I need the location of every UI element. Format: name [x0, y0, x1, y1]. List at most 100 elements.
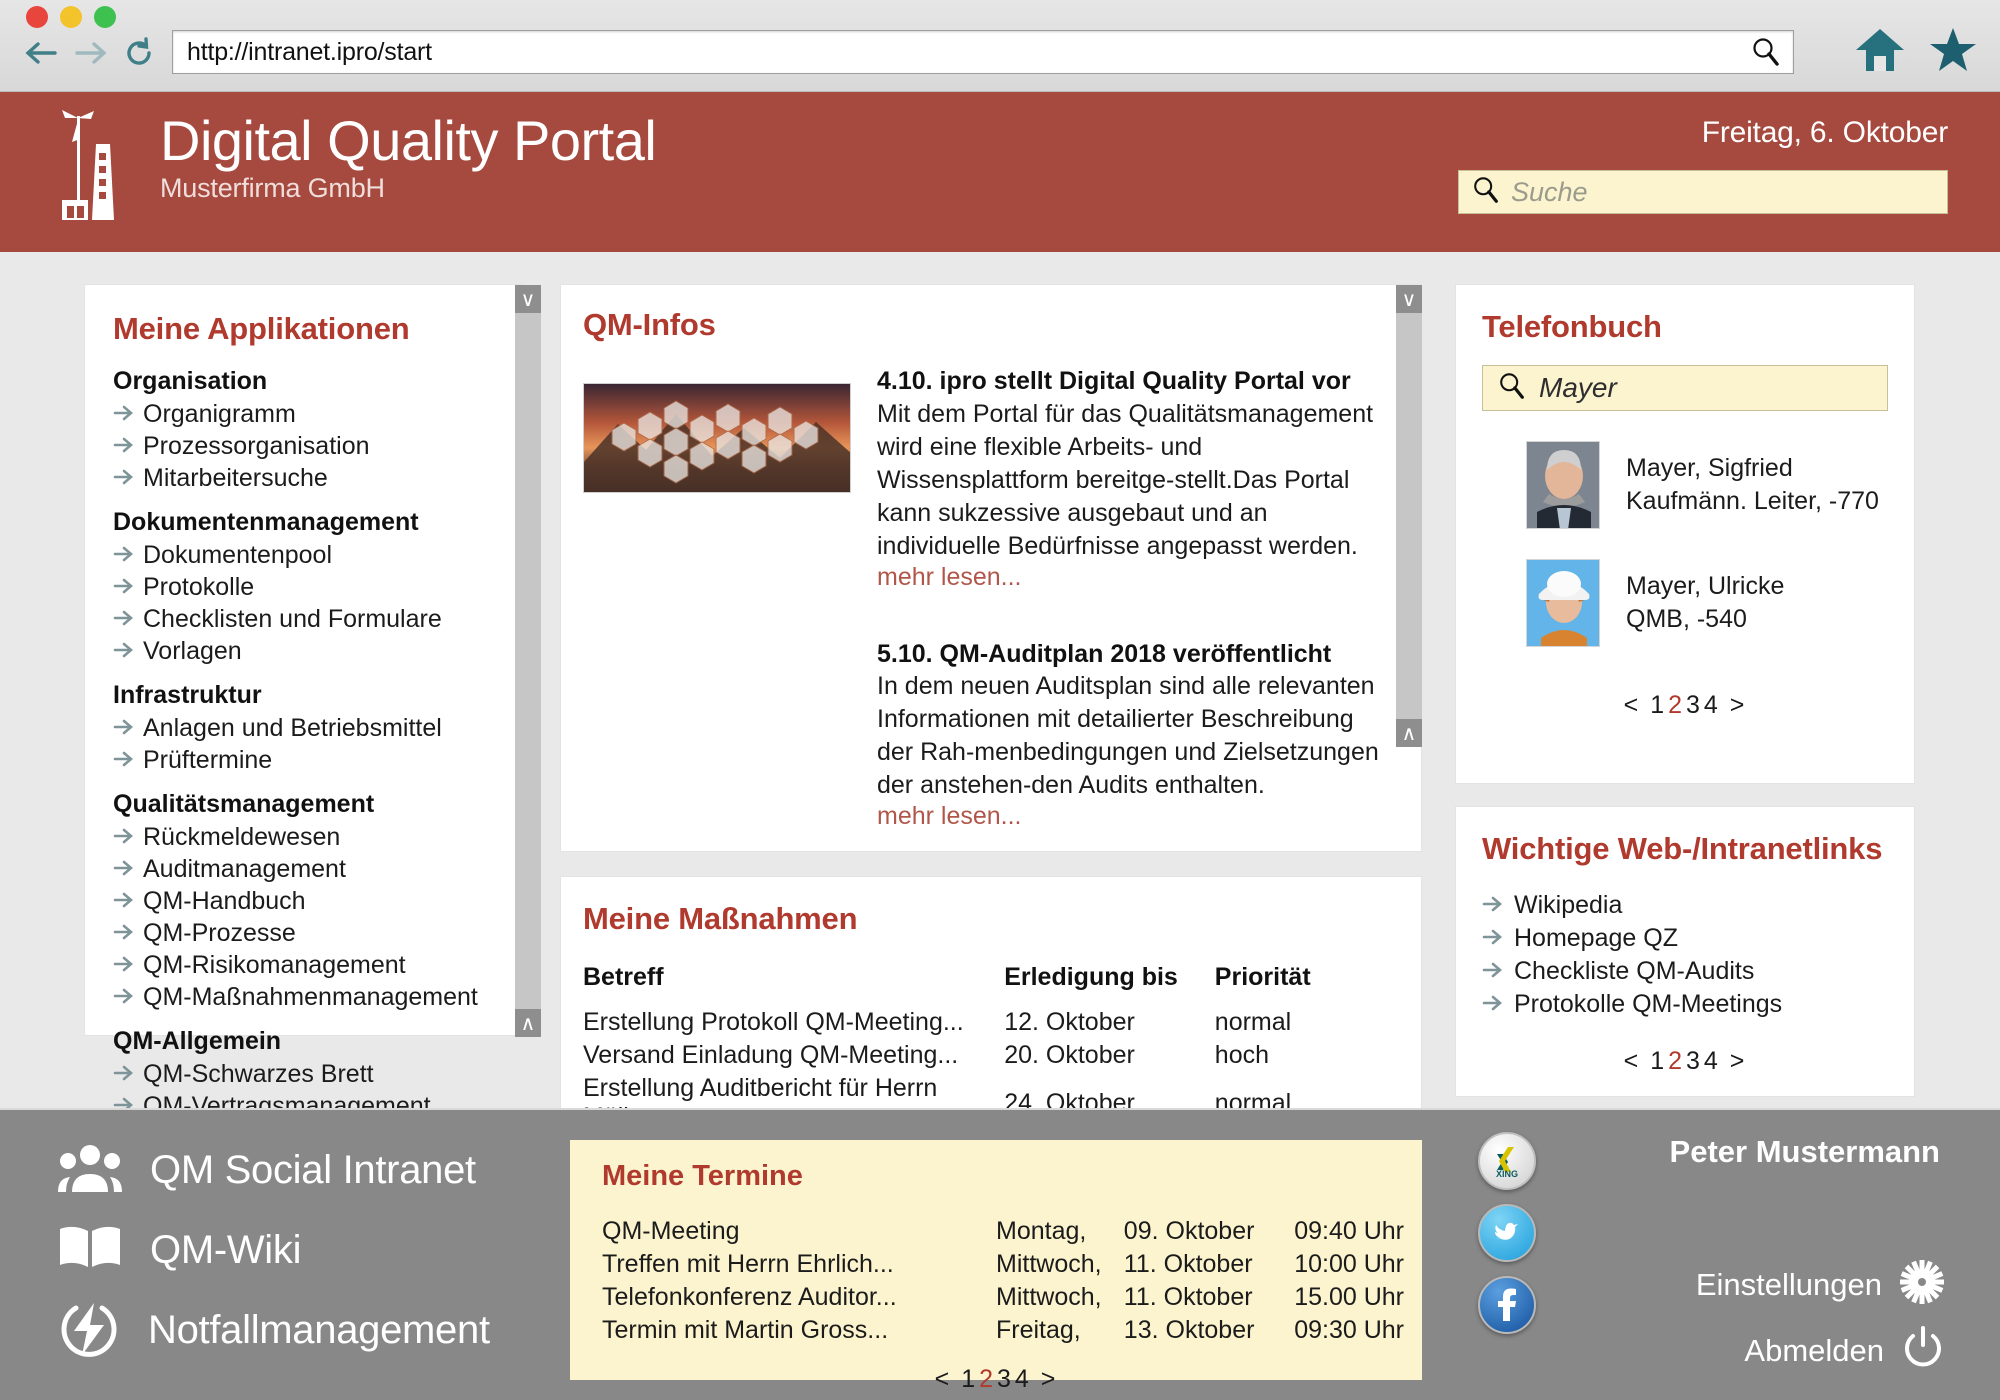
- measure-due-date: 20. Oktober: [1004, 1041, 1135, 1069]
- application-link[interactable]: Auditmanagement: [113, 853, 495, 885]
- list-item[interactable]: Telefonkonferenz Auditor... Mittwoch, 11. …: [570, 1281, 1422, 1314]
- pagination-next[interactable]: >: [1730, 1047, 1747, 1075]
- pagination-page-2[interactable]: 2: [1667, 691, 1685, 719]
- application-link[interactable]: QM-Schwarzes Brett: [113, 1058, 495, 1090]
- application-link-label: QM-Maßnahmenmanagement: [143, 983, 478, 1011]
- weblink-item[interactable]: Protokolle QM-Meetings: [1482, 988, 1888, 1021]
- application-link[interactable]: QM-Handbuch: [113, 885, 495, 917]
- search-icon[interactable]: [1739, 36, 1793, 68]
- people-group-icon: [58, 1142, 122, 1199]
- application-link[interactable]: Prozessorganisation: [113, 430, 495, 462]
- appointments-pagination[interactable]: < 1234 >: [570, 1365, 1422, 1394]
- application-link[interactable]: Prüftermine: [113, 744, 495, 776]
- weblink-label: Protokolle QM-Meetings: [1514, 990, 1783, 1018]
- footer-item-notfallmanagement[interactable]: Notfallmanagement: [58, 1290, 490, 1370]
- pagination-next[interactable]: >: [1730, 691, 1747, 719]
- table-row[interactable]: Versand Einladung QM-Meeting... 20. Oktob…: [583, 1039, 1393, 1072]
- lightning-bolt-circle-icon: [58, 1299, 120, 1362]
- footer-item-qm-wiki[interactable]: QM-Wiki: [58, 1210, 490, 1290]
- pagination-page-1[interactable]: 1: [960, 1365, 978, 1393]
- star-icon[interactable]: [1928, 26, 1978, 79]
- twitter-icon[interactable]: [1478, 1204, 1536, 1262]
- read-more-link[interactable]: mehr lesen...: [877, 802, 1393, 831]
- maximize-window-button[interactable]: [94, 6, 116, 28]
- application-link[interactable]: Organigramm: [113, 398, 495, 430]
- facebook-icon[interactable]: [1478, 1276, 1536, 1334]
- scroll-up-button[interactable]: ∧: [515, 1009, 541, 1037]
- scroll-down-button[interactable]: ∨: [515, 285, 541, 313]
- application-link[interactable]: Rückmeldewesen: [113, 821, 495, 853]
- arrow-right-icon: [113, 604, 135, 634]
- pagination-page-2[interactable]: 2: [1667, 1047, 1685, 1075]
- arrow-right-icon: [113, 950, 135, 980]
- read-more-link[interactable]: mehr lesen...: [877, 563, 1393, 592]
- application-link[interactable]: Mitarbeitersuche: [113, 462, 495, 494]
- left-column: Meine Applikationen Organisation Organigr…: [84, 284, 541, 1184]
- pagination-next[interactable]: >: [1041, 1365, 1058, 1393]
- xing-icon[interactable]: XING: [1478, 1132, 1536, 1190]
- application-group-title: Dokumentenmanagement: [113, 508, 419, 536]
- application-link-label: Mitarbeitersuche: [143, 464, 328, 492]
- news-headline[interactable]: 4.10. ipro stellt Digital Quality Portal…: [877, 365, 1393, 398]
- pagination-page-4[interactable]: 4: [1703, 691, 1721, 719]
- url-text[interactable]: http://intranet.ipro/start: [173, 38, 1739, 67]
- pagination-page-4[interactable]: 4: [1703, 1047, 1721, 1075]
- pagination-prev[interactable]: <: [1624, 1047, 1641, 1075]
- list-item[interactable]: Treffen mit Herrn Ehrlich... Mittwoch, 11.…: [570, 1248, 1422, 1281]
- contact-entry[interactable]: Mayer, Sigfried Kaufmänn. Leiter, -770: [1482, 441, 1888, 529]
- column-header-priority: Priorität: [1214, 963, 1311, 991]
- weblink-item[interactable]: Homepage QZ: [1482, 922, 1888, 955]
- pagination-page-3[interactable]: 3: [996, 1365, 1014, 1393]
- application-link[interactable]: QM-Prozesse: [113, 917, 495, 949]
- applications-scrollbar[interactable]: ∨ ∧: [515, 285, 541, 1037]
- forward-arrow-icon[interactable]: [72, 38, 110, 68]
- back-arrow-icon[interactable]: [22, 38, 60, 68]
- news-scrollbar[interactable]: ∨ ∧: [1396, 285, 1422, 747]
- news-headline[interactable]: 5.10. QM-Auditplan 2018 veröffentlicht: [877, 638, 1393, 671]
- pagination-page-3[interactable]: 3: [1685, 1047, 1703, 1075]
- pagination-prev[interactable]: <: [1624, 691, 1641, 719]
- application-link-label: Prüftermine: [143, 746, 273, 774]
- phonebook-pagination[interactable]: < 1234 >: [1482, 691, 1888, 720]
- arrow-right-icon: [113, 540, 135, 570]
- brand[interactable]: Digital Quality Portal Musterfirma GmbH: [52, 108, 657, 226]
- application-link[interactable]: Vorlagen: [113, 635, 495, 667]
- weblink-item[interactable]: Checkliste QM-Audits: [1482, 955, 1888, 988]
- global-search-input[interactable]: Suche: [1458, 170, 1948, 214]
- scroll-up-button[interactable]: ∧: [1396, 719, 1422, 747]
- list-item[interactable]: Termin mit Martin Gross... Freitag, 13. Ok…: [570, 1314, 1422, 1347]
- minimize-window-button[interactable]: [60, 6, 82, 28]
- weblinks-pagination[interactable]: < 1234 >: [1482, 1047, 1888, 1076]
- pagination-prev[interactable]: <: [935, 1365, 952, 1393]
- close-window-button[interactable]: [26, 6, 48, 28]
- application-link[interactable]: Dokumentenpool: [113, 539, 495, 571]
- pagination-page-4[interactable]: 4: [1014, 1365, 1032, 1393]
- settings-button[interactable]: Einstellungen: [1696, 1260, 1944, 1309]
- table-row[interactable]: Erstellung Protokoll QM-Meeting... 12. Ok…: [583, 1006, 1393, 1039]
- weblink-item[interactable]: Wikipedia: [1482, 889, 1888, 922]
- pagination-page-3[interactable]: 3: [1685, 691, 1703, 719]
- phonebook-search-input[interactable]: Mayer: [1482, 365, 1888, 411]
- application-link[interactable]: QM-Maßnahmenmanagement: [113, 981, 495, 1013]
- contact-entry[interactable]: Mayer, Ulricke QMB, -540: [1482, 559, 1888, 647]
- logout-button[interactable]: Abmelden: [1744, 1326, 1944, 1375]
- appointment-day: Montag,: [996, 1217, 1087, 1245]
- home-icon[interactable]: [1854, 26, 1906, 79]
- address-bar[interactable]: http://intranet.ipro/start: [172, 30, 1794, 74]
- application-link[interactable]: Checklisten und Formulare: [113, 603, 495, 635]
- application-link[interactable]: Protokolle: [113, 571, 495, 603]
- scroll-down-button[interactable]: ∨: [1396, 285, 1422, 313]
- avatar: [1526, 559, 1600, 647]
- pagination-page-1[interactable]: 1: [1649, 691, 1667, 719]
- reload-icon[interactable]: [122, 36, 156, 70]
- pagination-page-2[interactable]: 2: [978, 1365, 996, 1393]
- pagination-page-1[interactable]: 1: [1649, 1047, 1667, 1075]
- list-item[interactable]: QM-Meeting Montag, 09. Oktober 09:40 Uhr: [570, 1215, 1422, 1248]
- company-name: Musterfirma GmbH: [160, 173, 385, 204]
- application-link[interactable]: Anlagen und Betriebsmittel: [113, 712, 495, 744]
- phonebook-search-value[interactable]: Mayer: [1539, 372, 1617, 404]
- open-book-icon: [58, 1223, 122, 1278]
- application-group-title: QM-Allgemein: [113, 1027, 282, 1055]
- footer-item-social-intranet[interactable]: QM Social Intranet: [58, 1130, 490, 1210]
- application-link[interactable]: QM-Risikomanagement: [113, 949, 495, 981]
